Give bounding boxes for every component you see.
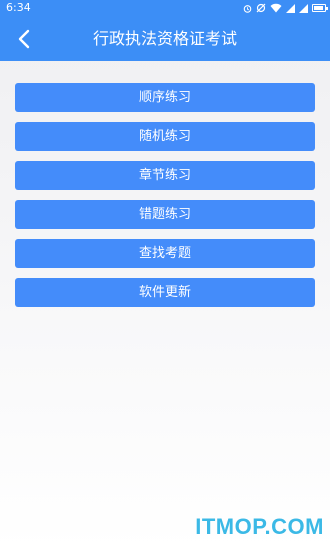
chevron-left-icon bbox=[18, 29, 30, 49]
status-bar: 6:34 bbox=[0, 0, 330, 16]
status-icons bbox=[243, 0, 328, 16]
menu-list: 顺序练习 随机练习 章节练习 错题练习 查找考题 软件更新 bbox=[15, 83, 315, 317]
watermark: ITMOP.COM bbox=[195, 514, 324, 539]
sequential-practice-button[interactable]: 顺序练习 bbox=[15, 83, 315, 112]
random-practice-button[interactable]: 随机练习 bbox=[15, 122, 315, 151]
back-button[interactable] bbox=[10, 25, 38, 53]
signal-icon bbox=[299, 3, 308, 13]
page-title: 行政执法资格证考试 bbox=[92, 29, 237, 48]
signal-icon bbox=[286, 3, 295, 13]
status-time: 6:34 bbox=[6, 1, 31, 14]
software-update-button[interactable]: 软件更新 bbox=[15, 278, 315, 307]
wifi-icon bbox=[270, 3, 282, 13]
wrong-questions-practice-button[interactable]: 错题练习 bbox=[15, 200, 315, 229]
sync-off-icon bbox=[256, 3, 266, 13]
alarm-icon bbox=[243, 4, 252, 13]
search-questions-button[interactable]: 查找考题 bbox=[15, 239, 315, 268]
app-bar: 行政执法资格证考试 bbox=[0, 16, 330, 61]
battery-icon bbox=[312, 4, 328, 12]
chapter-practice-button[interactable]: 章节练习 bbox=[15, 161, 315, 190]
